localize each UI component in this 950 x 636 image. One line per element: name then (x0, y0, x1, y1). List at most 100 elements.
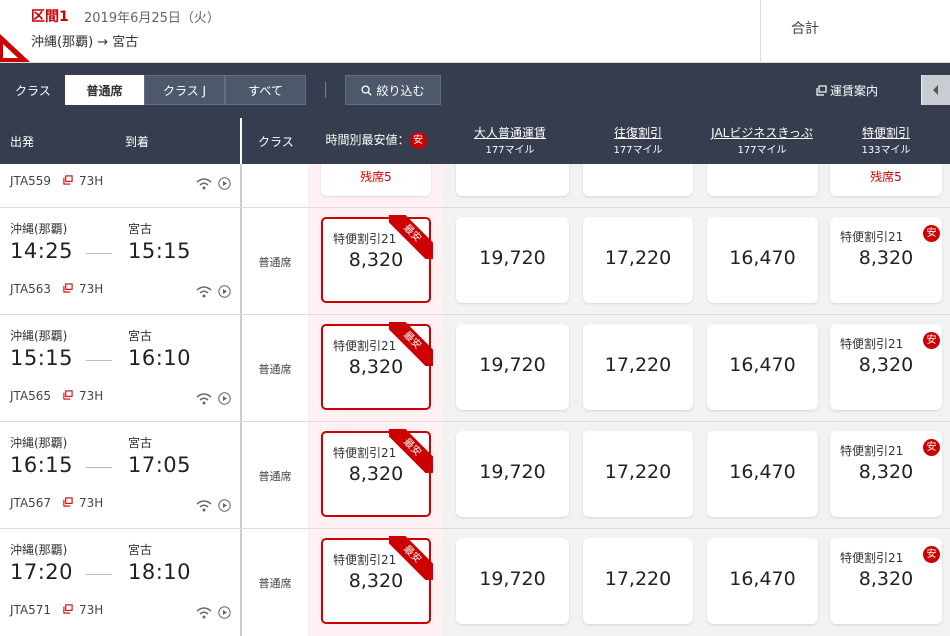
fare-price: 16,470 (729, 354, 796, 376)
arrival-airport: 宮古 (128, 436, 153, 450)
fare-price: 19,720 (479, 461, 546, 483)
cheapest-ribbon: 最安 (389, 429, 433, 473)
fare-card-normal[interactable]: 19,720 (456, 431, 569, 517)
fare-card-normal[interactable]: 19,720 (456, 538, 569, 624)
aircraft-type[interactable]: 73H (79, 389, 103, 403)
lowest-fare-card[interactable]: 特便割引21 8,320 最安 (321, 429, 433, 517)
flight-row[interactable]: 沖縄(那覇) 宮古 14:25 15:15 JTA563 73H 普通席 特便割… (0, 208, 950, 314)
collapse-panel-button[interactable] (921, 75, 950, 105)
cheapest-badge-icon: 安 (923, 439, 940, 456)
fare-card-normal[interactable]: 19,720 (456, 217, 569, 303)
departure-airport: 沖縄(那覇) (10, 222, 68, 236)
flight-list: JTA559 73H 残席5 残席5 沖縄(那覇) 宮古 14:25 15:15… (0, 164, 950, 636)
flight-number: JTA563 (10, 282, 52, 296)
aircraft-type[interactable]: 73H (79, 603, 103, 617)
fare-card-business[interactable]: 16,470 (707, 431, 818, 517)
fare-card-business[interactable] (707, 164, 818, 196)
lowest-fare-card[interactable]: 特便割引21 8,320 最安 (321, 215, 433, 303)
aircraft-link-icon (63, 604, 73, 614)
flight-row[interactable]: 沖縄(那覇) 宮古 15:15 16:10 JTA565 73H 普通席 特便割… (0, 315, 950, 421)
section-date: 2019年6月25日（火） (84, 11, 220, 26)
class-option-all[interactable]: すべて (225, 75, 306, 105)
seat-class: 普通席 (258, 470, 292, 483)
flight-row-partial: JTA559 73H 残席5 残席5 (0, 164, 950, 207)
arrival-time: 18:10 (128, 560, 192, 584)
flight-row[interactable]: 沖縄(那覇) 宮古 16:15 17:05 JTA567 73H 普通席 特便割… (0, 422, 950, 528)
fare-card-roundtrip[interactable]: 17,220 (583, 538, 693, 624)
play-icon (218, 177, 231, 190)
fare-card-special[interactable]: 特便割引21 安 8,320 (830, 217, 942, 303)
flight-number: JTA559 (10, 174, 52, 188)
class-option-class-j[interactable]: クラス J (144, 75, 225, 105)
departure-time: 14:25 (10, 239, 74, 263)
fare-info-label: 運賃案内 (830, 84, 879, 98)
column-fare-business[interactable]: JALビジネスきっぷ 177マイル (700, 125, 824, 159)
column-fare-normal[interactable]: 大人普通運賃 177マイル (450, 125, 570, 159)
fare-card-business[interactable]: 16,470 (707, 324, 818, 410)
fare-card-special[interactable]: 残席5 (830, 164, 942, 196)
fare-card-business[interactable]: 16,470 (707, 538, 818, 624)
wifi-icon (196, 286, 212, 298)
fare-price: 8,320 (858, 247, 914, 269)
column-arrive: 到着 (125, 135, 150, 149)
section-route: 沖縄(那覇) → 宮古 (31, 35, 139, 50)
fare-card-business[interactable]: 16,470 (707, 217, 818, 303)
remaining-seats: 残席5 (870, 170, 902, 184)
departure-time: 16:15 (10, 453, 74, 477)
column-header: 出発 到着 クラス 時間別最安値：安 大人普通運賃 177マイル 往復割引 177マ… (0, 118, 950, 164)
class-option-economy[interactable]: 普通席 (65, 75, 144, 105)
aircraft-link-icon (63, 283, 73, 293)
fare-price: 8,320 (858, 354, 914, 376)
remaining-seats: 残席5 (360, 170, 392, 184)
fare-price: 8,320 (858, 568, 914, 590)
fare-name: 特便割引21 (333, 339, 397, 353)
flight-row[interactable]: 沖縄(那覇) 宮古 17:20 18:10 JTA571 73H 普通席 特便割… (0, 529, 950, 635)
arrival-time: 17:05 (128, 453, 192, 477)
fare-card-special[interactable]: 特便割引21 安 8,320 (830, 324, 942, 410)
seat-class: 普通席 (258, 363, 292, 376)
fare-price: 19,720 (479, 568, 546, 590)
cheapest-ribbon: 最安 (389, 536, 433, 580)
filter-label: 絞り込む (376, 84, 425, 98)
fare-price: 16,470 (729, 461, 796, 483)
column-fare-special[interactable]: 特便割引 133マイル (830, 125, 942, 159)
chevron-left-icon (933, 85, 938, 95)
fare-price: 8,320 (858, 461, 914, 483)
aircraft-type[interactable]: 73H (79, 496, 103, 510)
aircraft-type[interactable]: 73H (79, 174, 103, 188)
fare-card-roundtrip[interactable]: 17,220 (583, 217, 693, 303)
fare-card-roundtrip[interactable]: 17,220 (583, 431, 693, 517)
class-label: クラス (15, 84, 51, 98)
play-icon (218, 606, 231, 619)
wifi-icon (196, 178, 212, 190)
fare-name: 特便割引21 (333, 446, 397, 460)
fare-card-special[interactable]: 特便割引21 安 8,320 (830, 538, 942, 624)
cheapest-badge-icon: 安 (923, 546, 940, 563)
lowest-fare-card[interactable]: 特便割引21 8,320 最安 (321, 536, 433, 624)
seat-class: 普通席 (258, 256, 292, 269)
aircraft-type[interactable]: 73H (79, 282, 103, 296)
departure-airport: 沖縄(那覇) (10, 436, 68, 450)
cheapest-ribbon: 最安 (389, 215, 433, 259)
column-fare-roundtrip[interactable]: 往復割引 177マイル (578, 125, 698, 159)
aircraft-link-icon (63, 497, 73, 507)
seat-class: 普通席 (258, 577, 292, 590)
fare-card-roundtrip[interactable] (583, 164, 693, 196)
fare-card-normal[interactable] (456, 164, 569, 196)
wifi-icon (196, 607, 212, 619)
filter-button[interactable]: 絞り込む (345, 75, 441, 105)
fare-card-special[interactable]: 特便割引21 安 8,320 (830, 431, 942, 517)
arrival-airport: 宮古 (128, 222, 153, 236)
departure-time: 15:15 (10, 346, 74, 370)
lowest-fare-card[interactable]: 特便割引21 8,320 最安 (321, 322, 433, 410)
arrival-time: 16:10 (128, 346, 192, 370)
flight-number: JTA565 (10, 389, 52, 403)
aircraft-link-icon (63, 390, 73, 400)
lowest-fare-card[interactable]: 残席5 (321, 164, 431, 196)
fare-card-normal[interactable]: 19,720 (456, 324, 569, 410)
fare-card-roundtrip[interactable]: 17,220 (583, 324, 693, 410)
column-class: クラス (258, 135, 294, 149)
fare-info-link[interactable]: 運賃案内 (816, 82, 878, 99)
fare-name: 特便割引21 (840, 444, 904, 458)
fare-price: 19,720 (479, 247, 546, 269)
